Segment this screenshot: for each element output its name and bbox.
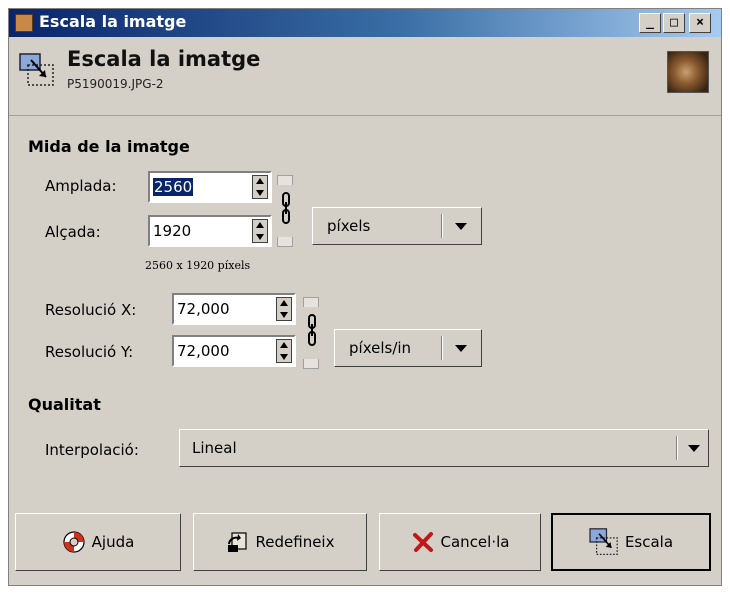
reset-icon <box>227 532 247 552</box>
height-label: Alçada: <box>45 223 101 241</box>
res-y-value[interactable]: 72,000 <box>177 342 230 360</box>
chevron-down-icon <box>688 445 700 452</box>
res-y-label: Resolució Y: <box>45 343 134 361</box>
res-chain-link-icon[interactable] <box>307 313 317 347</box>
help-button[interactable]: Ajuda <box>15 513 181 571</box>
lifebuoy-icon <box>63 531 85 553</box>
size-summary: 2560 x 1920 píxels <box>145 259 251 272</box>
size-unit-dropdown[interactable]: píxels <box>312 207 482 245</box>
image-size-heading: Mida de la imatge <box>28 137 190 156</box>
header-subtitle: P5190019.JPG-2 <box>67 77 164 91</box>
resolution-unit-dropdown[interactable]: píxels/in <box>334 329 482 367</box>
window-title: Escala la imatge <box>39 12 187 31</box>
scale-image-icon <box>19 53 54 86</box>
header-title: Escala la imatge <box>67 47 261 71</box>
reset-button[interactable]: Redefineix <box>193 513 367 571</box>
chevron-down-icon <box>455 223 467 230</box>
size-unit-value: píxels <box>327 217 371 235</box>
resolution-unit-value: píxels/in <box>349 339 412 357</box>
chain-bracket-top <box>277 175 293 185</box>
res-x-spinbutton[interactable]: 72,000 <box>172 293 296 325</box>
res-chain-bracket-bottom <box>303 359 319 369</box>
cancel-button[interactable]: Cancel·la <box>379 513 541 571</box>
chain-bracket-bottom <box>277 237 293 247</box>
scale-image-icon <box>589 528 618 555</box>
height-value[interactable]: 1920 <box>153 222 191 240</box>
res-chain-bracket-top <box>303 297 319 307</box>
res-x-spin-arrows[interactable] <box>276 297 292 321</box>
chevron-down-icon <box>455 345 467 352</box>
dialog-header: Escala la imatge P5190019.JPG-2 <box>9 37 721 116</box>
scale-button[interactable]: Escala <box>551 513 711 571</box>
minimize-button[interactable]: _ <box>639 13 661 33</box>
res-x-label: Resolució X: <box>45 301 137 319</box>
res-y-spinbutton[interactable]: 72,000 <box>172 335 296 367</box>
interpolation-value: Lineal <box>192 439 237 457</box>
res-x-value[interactable]: 72,000 <box>177 300 230 318</box>
scale-image-dialog: Escala la imatge _ □ × Escala la imatge … <box>8 8 722 586</box>
quality-heading: Qualitat <box>28 395 101 414</box>
interpolation-label: Interpolació: <box>45 441 139 459</box>
close-button[interactable]: × <box>689 13 711 33</box>
image-thumbnail <box>667 51 709 93</box>
height-spin-arrows[interactable] <box>252 219 268 243</box>
width-label: Amplada: <box>45 177 117 195</box>
width-spinbutton[interactable]: 2560 <box>148 171 272 203</box>
cancel-x-icon <box>412 532 433 552</box>
interpolation-dropdown[interactable]: Lineal <box>179 429 709 467</box>
height-spinbutton[interactable]: 1920 <box>148 215 272 247</box>
cancel-button-label: Cancel·la <box>440 533 510 551</box>
title-bar[interactable]: Escala la imatge _ □ × <box>9 9 721 37</box>
res-y-spin-arrows[interactable] <box>276 339 292 363</box>
width-spin-arrows[interactable] <box>252 175 268 199</box>
maximize-button[interactable]: □ <box>663 13 685 33</box>
scale-button-label: Escala <box>624 533 674 551</box>
chain-link-icon[interactable] <box>281 191 291 225</box>
help-button-label: Ajuda <box>91 533 135 551</box>
gimp-app-icon <box>15 14 33 32</box>
reset-button-label: Redefineix <box>255 533 335 551</box>
width-value[interactable]: 2560 <box>153 178 194 196</box>
